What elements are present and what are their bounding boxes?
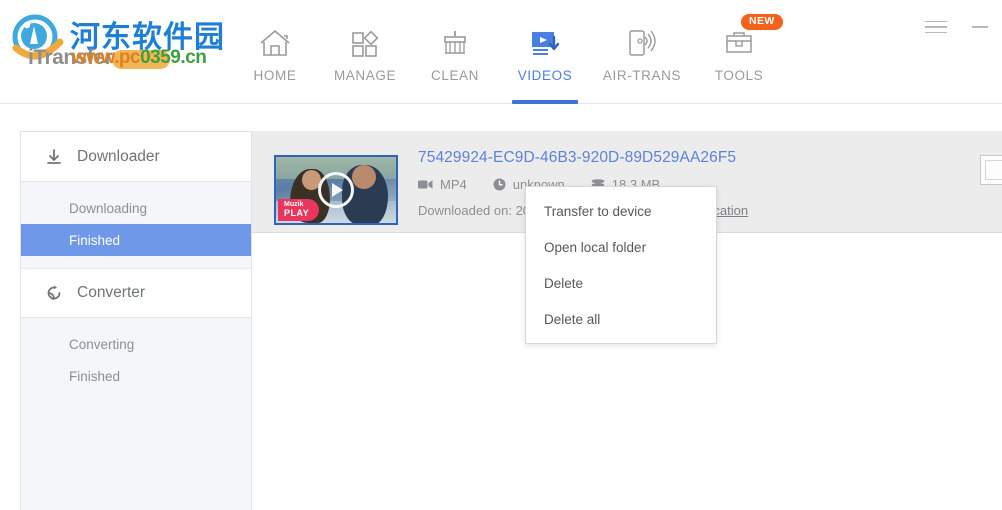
- nav-item-tools[interactable]: NEW TOOLS: [694, 0, 784, 104]
- refresh-circle-icon: [43, 284, 65, 302]
- context-menu-item-delete[interactable]: Delete: [526, 265, 716, 301]
- nav-item-manage[interactable]: MANAGE: [320, 0, 410, 104]
- more-options-icon: [985, 160, 1002, 180]
- context-menu-label-transfer: Transfer to device: [544, 203, 652, 219]
- video-title[interactable]: 75429924-EC9D-46B3-920D-89D529AA26F5: [418, 149, 736, 167]
- broom-icon: [438, 26, 472, 60]
- sidebar-item-label-converter-finished: Finished: [69, 368, 121, 384]
- nav-label-home: HOME: [253, 68, 297, 83]
- watermark-url-suffix: .cn: [180, 47, 207, 68]
- nav-item-videos[interactable]: VIDEOS: [500, 0, 590, 104]
- play-circle-icon[interactable]: [318, 172, 354, 208]
- video-thumbnail[interactable]: Muzik PLAY: [274, 155, 398, 225]
- thumbnail-watermark-badge: Muzik PLAY: [278, 199, 320, 221]
- download-arrow-icon: [43, 148, 65, 166]
- nav-label-manage: MANAGE: [333, 68, 397, 83]
- application-window: 河东软件园 iTransfer www.pc0359.cn HOME MANAG…: [0, 0, 1002, 510]
- sidebar-group-label-downloader: Downloader: [77, 147, 160, 165]
- phone-wifi-icon: [624, 26, 660, 60]
- nav-item-clean[interactable]: CLEAN: [410, 0, 500, 104]
- watermark-url-prefix: www.pc: [72, 47, 141, 68]
- sidebar-group-downloader[interactable]: Downloader: [21, 132, 251, 182]
- video-format-label: MP4: [440, 177, 467, 192]
- new-badge: NEW: [741, 14, 783, 30]
- context-menu-item-delete-all[interactable]: Delete all: [526, 301, 716, 337]
- minimize-icon[interactable]: [958, 10, 1002, 44]
- nav-item-home[interactable]: HOME: [230, 0, 320, 104]
- nav-label-videos: VIDEOS: [517, 68, 573, 83]
- sidebar-item-label-downloading: Downloading: [69, 200, 148, 216]
- sidebar-group-converter[interactable]: Converter: [21, 268, 251, 318]
- grid-shapes-icon: [348, 26, 382, 60]
- sidebar-item-downloader-finished[interactable]: Finished: [21, 224, 251, 256]
- sidebar-item-converting[interactable]: Converting: [21, 328, 251, 360]
- sidebar-item-converter-finished[interactable]: Finished: [21, 360, 251, 392]
- video-download-icon: [528, 26, 562, 60]
- context-menu-item-transfer-to-device[interactable]: Transfer to device: [526, 193, 716, 229]
- hamburger-menu-icon[interactable]: [914, 10, 958, 44]
- clock-icon: [493, 178, 506, 191]
- sidebar-item-label-converting: Converting: [69, 336, 135, 352]
- badge-line-2: PLAY: [284, 207, 310, 218]
- body-area: Downloader Downloading Finished Converte…: [0, 104, 1002, 510]
- context-menu-label-open-folder: Open local folder: [544, 239, 647, 255]
- main-navigation: HOME MANAGE CLEAN VIDEOS AIR-TRANS NEW T…: [230, 0, 784, 104]
- window-controls: [914, 10, 1002, 44]
- video-format: MP4: [418, 177, 467, 192]
- nav-label-tools: TOOLS: [714, 68, 764, 83]
- sidebar-item-label-downloader-finished: Finished: [69, 232, 121, 248]
- sidebar-group-label-converter: Converter: [77, 284, 146, 301]
- sidebar-item-downloading[interactable]: Downloading: [21, 192, 251, 224]
- top-bar: 河东软件园 iTransfer www.pc0359.cn HOME MANAG…: [0, 0, 1002, 104]
- video-camera-icon: [418, 179, 433, 190]
- watermark-url: www.pc0359.cn: [72, 47, 207, 69]
- nav-label-clean: CLEAN: [430, 68, 479, 83]
- sidebar: Downloader Downloading Finished Converte…: [20, 131, 252, 510]
- nav-item-air-trans[interactable]: AIR-TRANS: [590, 0, 694, 104]
- watermark-url-number: 0359: [140, 47, 181, 68]
- context-menu: Transfer to device Open local folder Del…: [525, 186, 717, 344]
- context-menu-label-delete: Delete: [544, 275, 584, 291]
- context-menu-item-open-local-folder[interactable]: Open local folder: [526, 229, 716, 265]
- row-more-options-button[interactable]: [980, 155, 1002, 185]
- toolbox-icon: [722, 26, 756, 60]
- home-icon: [258, 26, 292, 60]
- context-menu-label-delete-all: Delete all: [544, 311, 601, 327]
- nav-label-air-trans: AIR-TRANS: [602, 68, 682, 83]
- thumbnail-figure-right-head: [352, 165, 376, 189]
- app-logo-watermark: 河东软件园 iTransfer www.pc0359.cn: [8, 6, 224, 69]
